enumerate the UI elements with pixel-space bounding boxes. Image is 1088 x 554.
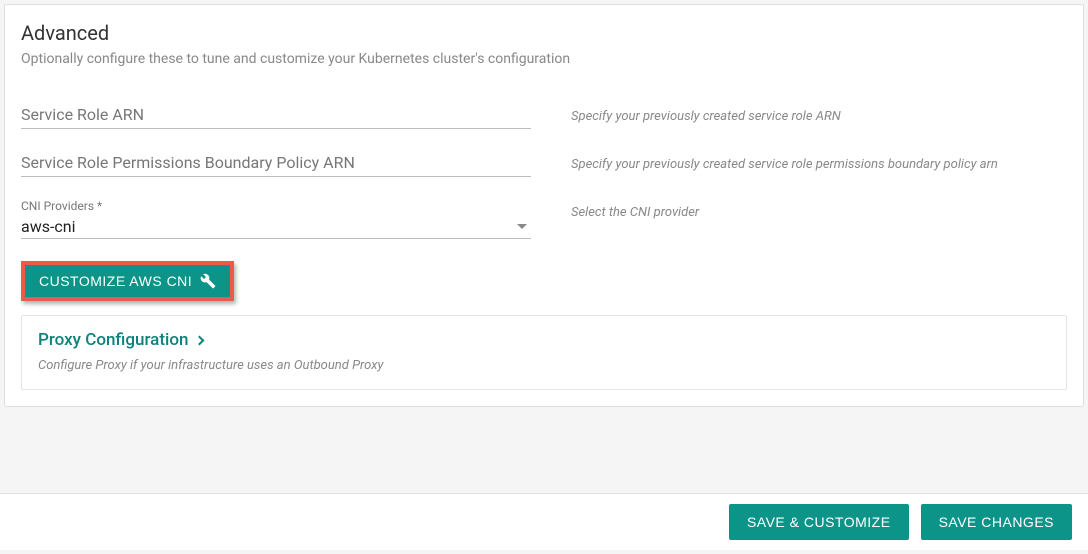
button-label: CUSTOMIZE AWS CNI xyxy=(39,273,192,289)
cni-providers-select[interactable]: aws-cni xyxy=(21,215,531,239)
card-subtitle: Optionally configure these to tune and c… xyxy=(21,51,1067,67)
input-placeholder: Service Role ARN xyxy=(21,105,144,124)
advanced-card: Advanced Optionally configure these to t… xyxy=(4,4,1084,407)
cni-providers-label: CNI Providers * xyxy=(21,199,531,213)
chevron-down-icon xyxy=(517,224,527,229)
expansion-subtitle: Configure Proxy if your infrastructure u… xyxy=(38,358,1050,373)
wrench-icon xyxy=(200,273,216,289)
expansion-title: Proxy Configuration xyxy=(38,330,188,350)
permissions-boundary-hint: Specify your previously created service … xyxy=(571,157,998,172)
permissions-boundary-row: Service Role Permissions Boundary Policy… xyxy=(21,151,1067,177)
cni-providers-row: CNI Providers * aws-cni Select the CNI p… xyxy=(21,199,1067,239)
save-and-customize-button[interactable]: SAVE & CUSTOMIZE xyxy=(729,504,909,540)
cni-providers-hint: Select the CNI provider xyxy=(571,205,699,220)
proxy-configuration-panel[interactable]: Proxy Configuration Configure Proxy if y… xyxy=(21,315,1067,390)
footer-bar: SAVE & CUSTOMIZE SAVE CHANGES xyxy=(0,493,1088,550)
service-role-arn-hint: Specify your previously created service … xyxy=(571,109,841,124)
input-placeholder: Service Role Permissions Boundary Policy… xyxy=(21,153,355,172)
expansion-title-row: Proxy Configuration xyxy=(38,330,1050,350)
select-value: aws-cni xyxy=(21,217,76,236)
permissions-boundary-input[interactable]: Service Role Permissions Boundary Policy… xyxy=(21,151,531,177)
service-role-arn-input[interactable]: Service Role ARN xyxy=(21,103,531,129)
service-role-arn-row: Service Role ARN Specify your previously… xyxy=(21,103,1067,129)
save-changes-button[interactable]: SAVE CHANGES xyxy=(921,504,1072,540)
customize-aws-cni-button[interactable]: CUSTOMIZE AWS CNI xyxy=(25,265,230,297)
customize-cni-highlight: CUSTOMIZE AWS CNI xyxy=(21,261,234,301)
card-title: Advanced xyxy=(21,21,1067,45)
chevron-right-icon xyxy=(195,335,205,345)
